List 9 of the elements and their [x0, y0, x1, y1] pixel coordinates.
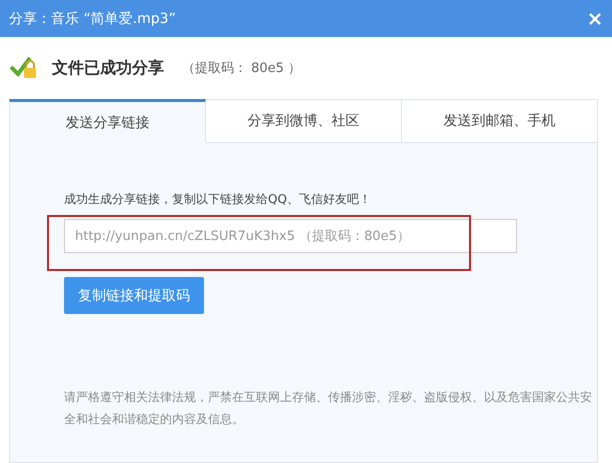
- tab[interactable]: 分享到微博、社区: [206, 99, 402, 143]
- tab[interactable]: 发送到邮箱、手机: [402, 99, 598, 143]
- legal-notice: 请严格遵守相关法律法规，严禁在互联网上存储、传播涉密、淫秽、盗版侵权、以及危害国家公共安全和社会和谐稳定的内容及信息。: [64, 389, 593, 428]
- success-title: 文件已成功分享: [52, 58, 164, 78]
- instruction-text: 成功生成分享链接，复制以下链接发给QQ、飞信好友吧！: [64, 191, 372, 208]
- window-title: 分享：音乐 “简单爱.mp3”: [9, 10, 176, 28]
- close-icon[interactable]: [588, 12, 602, 26]
- extract-code: （提取码： 80e5 ）: [182, 60, 302, 77]
- tab[interactable]: 发送分享链接: [9, 99, 206, 143]
